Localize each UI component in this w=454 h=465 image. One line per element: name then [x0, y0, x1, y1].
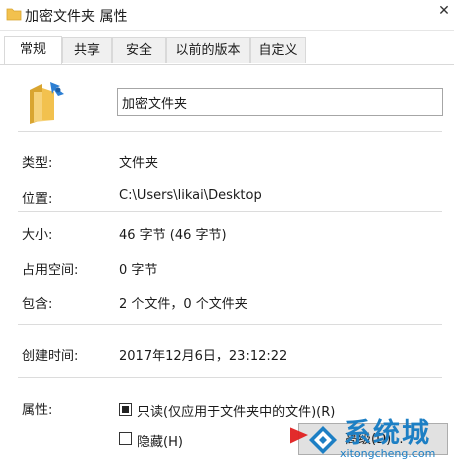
hidden-checkbox[interactable] — [119, 432, 132, 445]
type-label: 类型: — [22, 156, 53, 171]
tab-bar: 常规 共享 安全 以前的版本 自定义 — [0, 36, 454, 65]
tab-previous-versions[interactable]: 以前的版本 — [166, 37, 250, 63]
created-label: 创建时间: — [22, 349, 79, 364]
disk-usage-label: 占用空间: — [22, 263, 79, 278]
watermark-text: 系统城 — [344, 418, 431, 449]
separator — [18, 377, 442, 378]
size-label: 大小: — [22, 228, 53, 243]
folder-name-input[interactable] — [117, 88, 443, 116]
type-value: 文件夹 — [119, 156, 159, 171]
location-label: 位置: — [22, 192, 53, 207]
location-value: C:\Users\likai\Desktop — [119, 188, 262, 203]
separator — [18, 211, 442, 212]
disk-usage-value: 0 字节 — [119, 263, 158, 278]
watermark-url: xitongcheng.com — [340, 447, 436, 460]
title-bar: 加密文件夹 属性 ✕ — [0, 0, 454, 31]
tab-general[interactable]: 常规 — [4, 36, 62, 64]
encrypted-folder-icon — [30, 82, 64, 124]
created-value: 2017年12月6日，23:12:22 — [119, 349, 288, 364]
window-title: 加密文件夹 属性 — [25, 9, 128, 25]
folder-icon — [6, 8, 22, 21]
tab-sharing[interactable]: 共享 — [62, 37, 112, 63]
tab-customize[interactable]: 自定义 — [250, 37, 306, 63]
contains-label: 包含: — [22, 297, 53, 312]
hidden-label: 隐藏(H) — [137, 435, 183, 450]
separator — [18, 131, 442, 132]
tab-security[interactable]: 安全 — [112, 37, 166, 63]
separator — [18, 324, 442, 325]
attributes-label: 属性: — [22, 403, 53, 418]
readonly-checkbox[interactable] — [119, 403, 132, 416]
close-icon[interactable]: ✕ — [434, 0, 454, 22]
size-value: 46 字节 (46 字节) — [119, 228, 227, 243]
contains-value: 2 个文件，0 个文件夹 — [119, 297, 248, 312]
